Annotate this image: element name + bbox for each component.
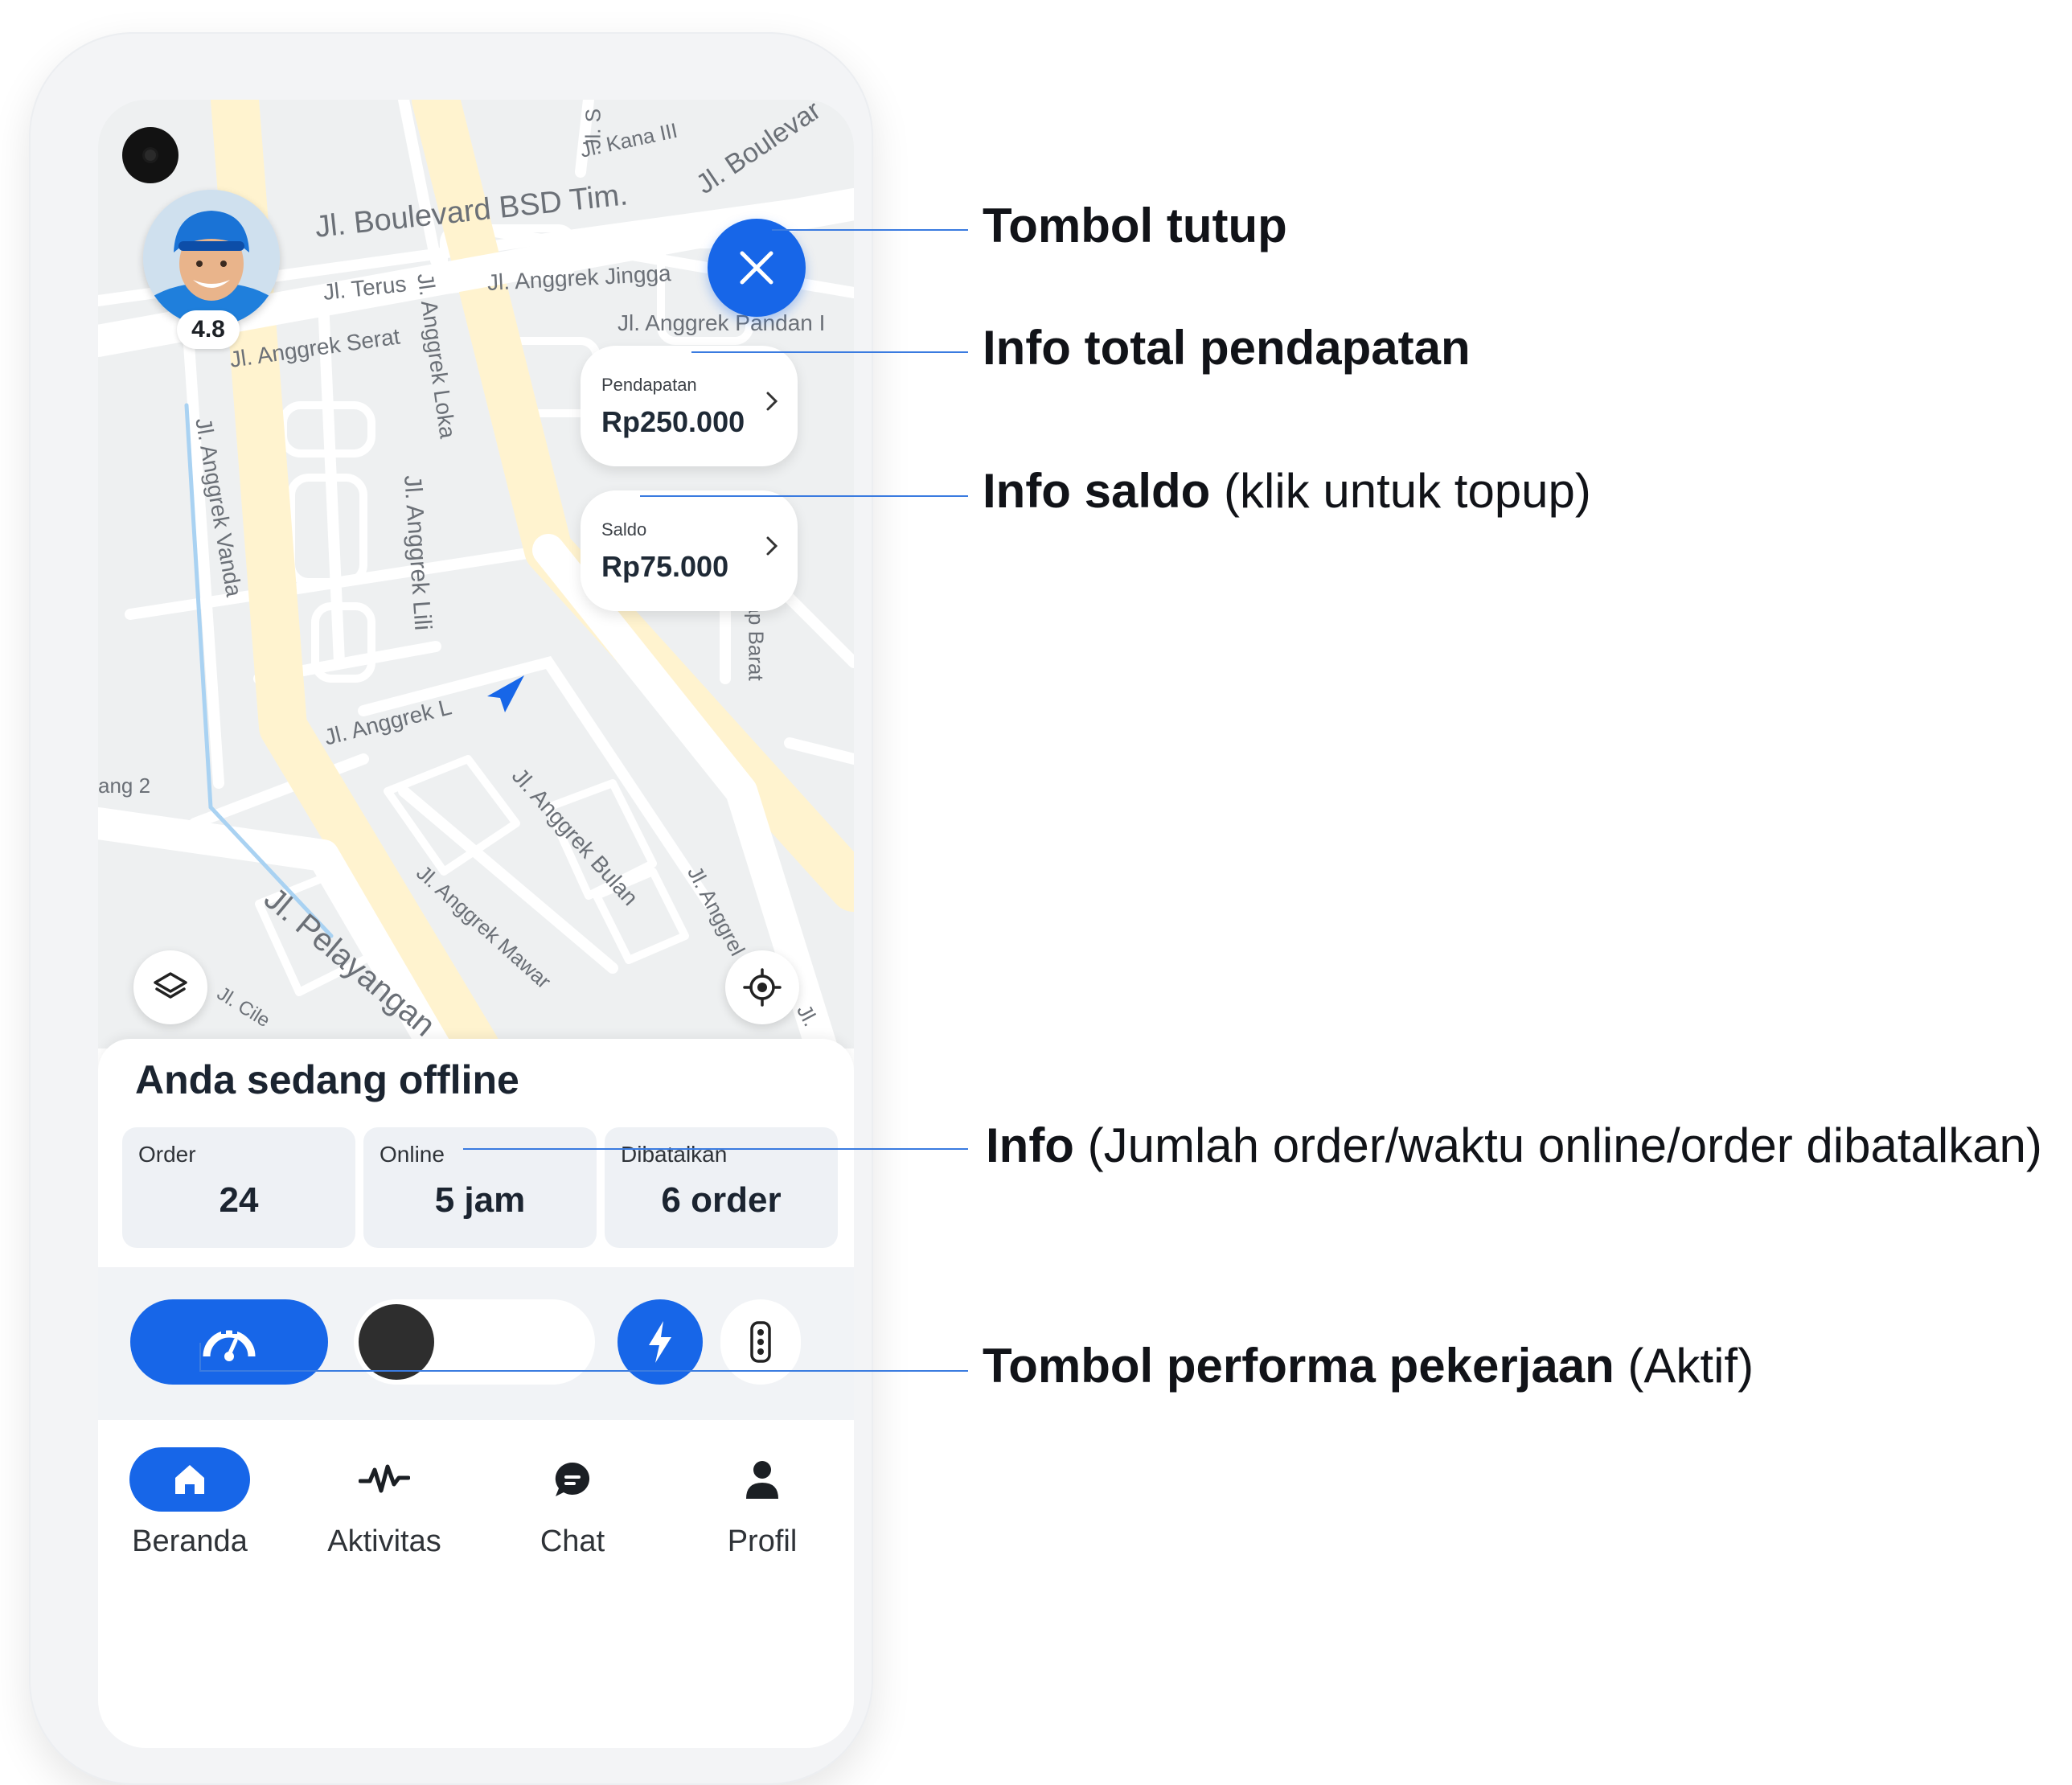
target-icon: [743, 968, 782, 1007]
chevron-right-icon: [766, 392, 778, 411]
performance-button[interactable]: [130, 1299, 328, 1385]
callout-line-stats: [463, 1148, 968, 1150]
close-icon: [740, 251, 773, 285]
stat-value: 6 order: [661, 1180, 782, 1220]
profile-icon: [746, 1461, 778, 1499]
callout-stats-rest: (Jumlah order/waktu online/order dibatal…: [1073, 1118, 2042, 1172]
phone-frame: Jl. Kana III Jl. Boulevar Jl. Boulevard …: [29, 32, 873, 1785]
nav-icon-container: [324, 1447, 445, 1512]
driver-rating-badge: 4.8: [177, 310, 240, 349]
nav-icon-container: [129, 1447, 250, 1512]
nav-icon-container: [702, 1447, 823, 1512]
callout-balance-rest: (klik untuk topup): [1210, 464, 1591, 518]
nav-item-aktivitas[interactable]: Aktivitas: [304, 1447, 465, 1608]
recenter-button[interactable]: [725, 950, 799, 1024]
nav-item-profil[interactable]: Profil: [682, 1447, 843, 1608]
callout-performance-rest: (Aktif): [1614, 1339, 1754, 1393]
balance-value: Rp75.000: [601, 550, 729, 583]
stat-value: 24: [219, 1180, 259, 1220]
callout-performance-bold: Tombol performa pekerjaan: [983, 1339, 1615, 1393]
earnings-value: Rp250.000: [601, 405, 745, 438]
front-camera: [122, 127, 178, 183]
stat-order: Order 24: [122, 1127, 355, 1248]
phone-screen: Jl. Kana III Jl. Boulevar Jl. Boulevard …: [98, 100, 854, 1748]
callout-earnings: Info total pendapatan: [983, 320, 1471, 375]
callout-close: Tombol tutup: [983, 198, 1287, 253]
stats-row: Order 24 Online 5 jam Dibatalkan 6 order: [122, 1127, 838, 1248]
map-layers-button[interactable]: [133, 950, 207, 1024]
traffic-button[interactable]: [720, 1299, 801, 1385]
online-toggle[interactable]: [354, 1299, 595, 1385]
controls-band: [98, 1267, 854, 1420]
driver-avatar[interactable]: [143, 190, 280, 326]
earnings-card[interactable]: Pendapatan Rp250.000: [581, 346, 798, 466]
nav-label: Beranda: [132, 1524, 248, 1558]
activity-icon: [359, 1464, 410, 1493]
home-icon: [175, 1465, 204, 1494]
callout-balance: Info saldo (klik untuk topup): [983, 463, 1591, 519]
layers-icon: [154, 972, 187, 999]
nav-item-beranda[interactable]: Beranda: [109, 1447, 270, 1608]
callout-stats-bold: Info: [986, 1118, 1074, 1172]
callout-line-close: [772, 229, 968, 231]
nav-label: Chat: [540, 1524, 605, 1558]
balance-label: Saldo: [601, 519, 647, 540]
callout-line-balance: [640, 495, 968, 497]
stat-label: Order: [138, 1142, 196, 1167]
street-label: Jl. S: [581, 108, 605, 150]
stat-online: Online 5 jam: [363, 1127, 597, 1248]
street-label: ang 2: [98, 774, 151, 798]
status-title: Anda sedang offline: [135, 1057, 519, 1102]
nav-label: Profil: [727, 1524, 798, 1558]
chat-icon: [555, 1462, 590, 1496]
boost-button[interactable]: [617, 1299, 703, 1385]
nav-item-chat[interactable]: Chat: [492, 1447, 653, 1608]
callout-earnings-bold: Info total pendapatan: [983, 321, 1471, 375]
stat-cancelled: Dibatalkan 6 order: [605, 1127, 838, 1248]
toggle-knob: [359, 1304, 434, 1380]
close-button[interactable]: [708, 219, 806, 317]
stat-value: 5 jam: [434, 1180, 526, 1220]
callout-stats: Info (Jumlah order/waktu online/order di…: [986, 1118, 2042, 1173]
bottom-sheet: Anda sedang offline Order 24 Online 5 ja…: [98, 1039, 854, 1748]
bottom-navigation: Beranda Aktivitas Chat Profil: [98, 1447, 854, 1608]
callout-close-bold: Tombol tutup: [983, 199, 1287, 252]
gauge-icon: [203, 1324, 256, 1361]
balance-card[interactable]: Saldo Rp75.000: [581, 490, 798, 611]
stat-label: Online: [380, 1142, 445, 1167]
map-view[interactable]: Jl. Kana III Jl. Boulevar Jl. Boulevard …: [98, 100, 854, 1048]
lightning-icon: [649, 1321, 671, 1363]
nav-label: Aktivitas: [327, 1524, 441, 1558]
street-label: Jl. Anggrek Pandan I: [617, 310, 826, 335]
earnings-label: Pendapatan: [601, 375, 697, 395]
callout-balance-bold: Info saldo: [983, 464, 1211, 518]
nav-icon-container: [512, 1447, 633, 1512]
driver-photo: [143, 190, 280, 326]
callout-line-performance: [199, 1370, 968, 1372]
traffic-light-icon: [750, 1321, 771, 1363]
callout-line-performance-vertical: [199, 1343, 201, 1372]
chevron-right-icon: [766, 536, 778, 556]
callout-line-earnings: [691, 351, 968, 353]
callout-performance: Tombol performa pekerjaan (Aktif): [983, 1338, 1754, 1393]
stat-label: Dibatalkan: [621, 1142, 728, 1167]
